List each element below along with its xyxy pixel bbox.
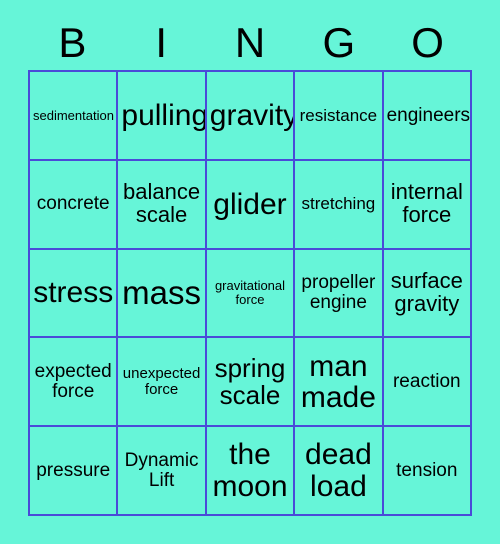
- bingo-cell[interactable]: stretching: [295, 160, 384, 250]
- bingo-cell-label: unexpected force: [122, 365, 201, 398]
- bingo-cell-label: balance scale: [123, 179, 201, 228]
- bingo-cell-label: the moon: [212, 438, 288, 503]
- bingo-cell[interactable]: stress: [30, 249, 119, 339]
- bingo-cell[interactable]: dead load: [295, 427, 384, 516]
- bingo-cell[interactable]: propeller engine: [295, 249, 384, 339]
- bingo-cell-label: man made: [300, 349, 376, 414]
- bingo-cell-label: spring scale: [214, 352, 286, 410]
- bingo-cell-label: glider: [213, 187, 287, 221]
- bingo-cell-label: Dynamic Lift: [124, 449, 199, 491]
- bingo-cell[interactable]: engineers: [383, 72, 472, 161]
- bingo-cell-label: tension: [396, 459, 458, 481]
- bingo-card: B I N G O sedimentation pulling gravity res…: [0, 0, 500, 544]
- bingo-cell-label: stretching: [301, 194, 376, 214]
- bingo-cell-label: concrete: [36, 193, 110, 215]
- bingo-cell-label: reaction: [392, 370, 461, 392]
- bingo-cell[interactable]: balance scale: [118, 160, 207, 250]
- bingo-cell-label: surface gravity: [390, 268, 463, 316]
- bingo-cell-label: pressure: [36, 459, 111, 481]
- header-letter-o: O: [411, 19, 444, 66]
- bingo-cell-label: stress: [33, 276, 114, 310]
- bingo-cell[interactable]: pulling: [118, 72, 207, 161]
- bingo-cell[interactable]: reaction: [383, 338, 472, 428]
- bingo-cell-label: internal force: [390, 179, 463, 228]
- header-letter-n: N: [234, 19, 266, 66]
- bingo-cell[interactable]: sedimentation: [30, 72, 119, 161]
- bingo-cell[interactable]: mass: [118, 249, 207, 339]
- bingo-cell-label: expected force: [34, 361, 112, 402]
- bingo-cell-label: sedimentation: [33, 107, 114, 123]
- bingo-cell[interactable]: concrete: [30, 160, 119, 250]
- bingo-cell-label: dead load: [305, 438, 372, 503]
- bingo-cell-label: resistance: [299, 105, 378, 125]
- bingo-cell-label: propeller engine: [301, 272, 376, 313]
- header-letter-i: I: [155, 19, 168, 66]
- header-letter-g: G: [322, 19, 356, 66]
- bingo-cell[interactable]: man made: [295, 338, 384, 428]
- bingo-cell[interactable]: tension: [383, 427, 472, 516]
- bingo-cell[interactable]: surface gravity: [383, 249, 472, 339]
- bingo-cell-label: mass: [122, 273, 202, 311]
- bingo-cell[interactable]: spring scale: [206, 338, 296, 428]
- bingo-cell[interactable]: glider: [206, 160, 296, 250]
- header-letter-b: B: [58, 19, 87, 66]
- bingo-cell[interactable]: the moon: [206, 427, 296, 516]
- bingo-cell[interactable]: Dynamic Lift: [118, 427, 207, 516]
- bingo-cell[interactable]: gravitational force: [206, 249, 296, 339]
- bingo-cell-label: engineers: [386, 104, 471, 126]
- bingo-cell[interactable]: pressure: [30, 427, 119, 516]
- bingo-cell-label: pulling: [121, 98, 207, 132]
- bingo-cell-label: gravitational force: [214, 278, 286, 307]
- bingo-header-row: B I N G O: [28, 16, 472, 70]
- bingo-cell[interactable]: gravity: [206, 72, 296, 161]
- bingo-cell[interactable]: expected force: [30, 338, 119, 428]
- bingo-cell[interactable]: unexpected force: [118, 338, 207, 428]
- bingo-grid: sedimentation pulling gravity resistance eng…: [28, 70, 472, 516]
- bingo-cell[interactable]: resistance: [295, 72, 384, 161]
- bingo-cell[interactable]: internal force: [383, 160, 472, 250]
- bingo-cell-label: gravity: [209, 98, 296, 132]
